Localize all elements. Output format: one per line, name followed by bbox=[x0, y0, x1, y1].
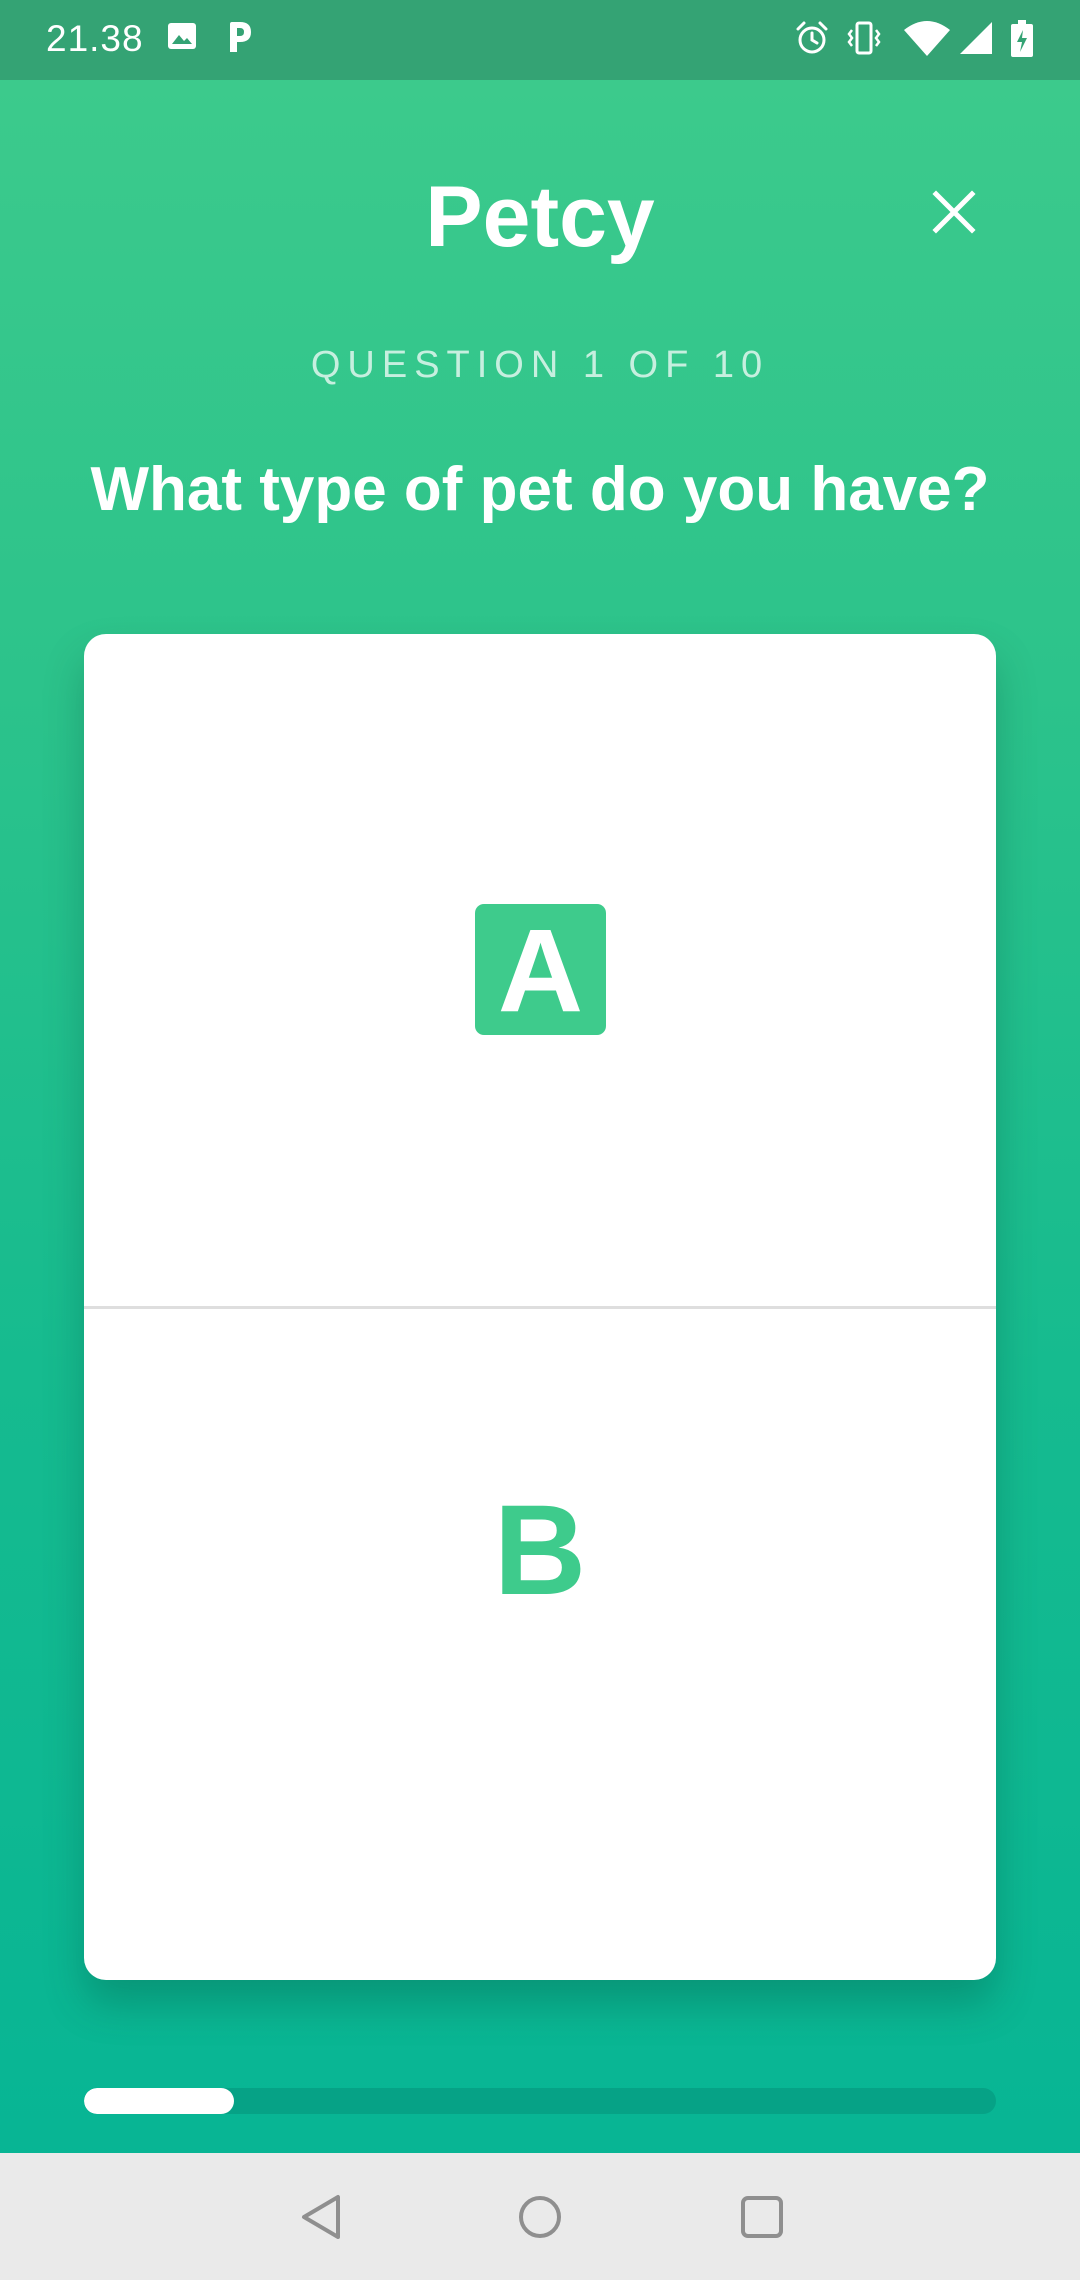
close-button[interactable] bbox=[922, 180, 986, 244]
option-b[interactable]: B bbox=[84, 1309, 996, 1980]
option-a[interactable]: A bbox=[84, 634, 996, 1306]
question-counter: QUESTION 1 OF 10 bbox=[310, 344, 770, 386]
battery-charging-icon bbox=[1010, 20, 1034, 63]
option-a-label: A bbox=[475, 904, 606, 1037]
recents-icon bbox=[741, 2196, 783, 2238]
home-button[interactable] bbox=[508, 2185, 572, 2249]
alarm-icon bbox=[794, 20, 830, 61]
quiz-screen: 21.38 Petcy QUESTION 1 OF 10 What type o… bbox=[0, 0, 1080, 2280]
back-button[interactable] bbox=[290, 2185, 354, 2249]
progress-fill bbox=[84, 2088, 235, 2114]
status-bar: 21.38 bbox=[0, 0, 1080, 80]
progress-bar bbox=[84, 2088, 996, 2114]
status-time: 21.38 bbox=[46, 18, 144, 59]
question-text: What type of pet do you have? bbox=[90, 455, 990, 524]
vibrate-icon bbox=[846, 20, 882, 61]
back-icon bbox=[302, 2195, 340, 2239]
image-icon bbox=[166, 20, 198, 57]
parking-icon bbox=[224, 20, 254, 59]
answer-card: A B bbox=[84, 634, 996, 1980]
wifi-icon bbox=[902, 20, 952, 61]
navigation-bar bbox=[0, 2153, 1080, 2280]
home-icon bbox=[519, 2196, 561, 2238]
app-title: Petcy bbox=[425, 169, 655, 265]
recents-button[interactable] bbox=[730, 2185, 794, 2249]
close-icon bbox=[932, 190, 976, 234]
option-b-label: B bbox=[493, 1479, 587, 1622]
signal-icon bbox=[958, 20, 994, 61]
